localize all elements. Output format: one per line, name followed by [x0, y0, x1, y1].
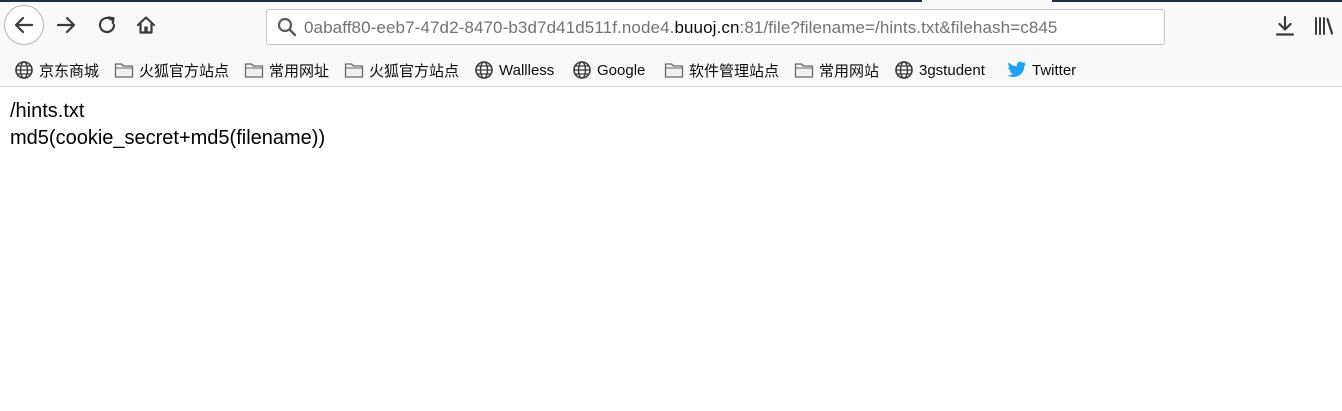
- bookmark-label: 京东商城: [39, 62, 100, 80]
- bookmark-label: 3gstudent: [919, 61, 985, 79]
- bookmark-label: 软件管理站点: [689, 62, 780, 80]
- folder-icon: [244, 60, 264, 80]
- bookmark-jd[interactable]: 京东商城: [14, 59, 99, 81]
- bookmark-folder-firefox-official[interactable]: 火狐官方站点: [114, 59, 229, 81]
- bookmark-folder-common-sites[interactable]: 常用网站: [794, 59, 879, 81]
- folder-icon: [344, 60, 364, 80]
- url-text[interactable]: 0abaff80-eeb7-47d2-8470-b3d7d41d511f.nod…: [304, 18, 1057, 38]
- back-button[interactable]: [4, 5, 44, 45]
- bookmarks-toolbar: 京东商城 火狐官方站点 常用网址 火狐官方站点 Wallless Google: [0, 52, 1342, 87]
- bookmark-label: 火狐官方站点: [369, 62, 460, 80]
- bookmark-label: 常用网站: [819, 62, 880, 80]
- bookmark-folder-firefox-official-2[interactable]: 火狐官方站点: [344, 59, 459, 81]
- browser-toolbar: 0abaff80-eeb7-47d2-8470-b3d7d41d511f.nod…: [0, 0, 1342, 52]
- url-host: buuoj.cn: [674, 18, 740, 37]
- globe-icon: [894, 60, 914, 80]
- bookmark-3gstudent[interactable]: 3gstudent: [894, 59, 985, 81]
- bookmark-folder-common-urls[interactable]: 常用网址: [244, 59, 329, 81]
- globe-icon: [572, 60, 592, 80]
- url-suffix: :81/file?filename=/hints.txt&filehash=c8…: [739, 18, 1058, 37]
- home-button[interactable]: [132, 11, 160, 39]
- bookmark-label: 常用网址: [269, 62, 330, 80]
- page-content: /hints.txt md5(cookie_secret+md5(filenam…: [10, 98, 325, 152]
- window-top-border: [0, 0, 1342, 2]
- library-button[interactable]: [1313, 14, 1337, 38]
- home-icon: [136, 16, 156, 34]
- globe-icon: [14, 60, 34, 80]
- folder-icon: [794, 60, 814, 80]
- reload-icon: [98, 16, 116, 34]
- forward-button[interactable]: [52, 11, 80, 39]
- bookmark-twitter[interactable]: Twitter: [1007, 59, 1076, 81]
- search-icon: [277, 17, 297, 37]
- content-line-hint: md5(cookie_secret+md5(filename)): [10, 127, 326, 149]
- twitter-icon: [1007, 60, 1027, 80]
- globe-icon: [474, 60, 494, 80]
- bookmark-folder-software-management[interactable]: 软件管理站点: [664, 59, 779, 81]
- bookmark-label: 火狐官方站点: [139, 62, 230, 80]
- bookmark-wallless[interactable]: Wallless: [474, 59, 554, 81]
- download-icon: [1275, 15, 1295, 36]
- folder-icon: [114, 60, 134, 80]
- folder-icon: [664, 60, 684, 80]
- bookmark-label: Wallless: [499, 61, 555, 79]
- bookmark-label: Twitter: [1032, 61, 1077, 79]
- reload-button[interactable]: [93, 11, 121, 39]
- back-arrow-icon: [14, 16, 34, 34]
- downloads-button[interactable]: [1273, 14, 1297, 38]
- url-prefix: 0abaff80-eeb7-47d2-8470-b3d7d41d511f.nod…: [304, 18, 675, 37]
- bookmark-google[interactable]: Google: [572, 59, 645, 81]
- library-icon: [1315, 17, 1334, 35]
- address-bar[interactable]: 0abaff80-eeb7-47d2-8470-b3d7d41d511f.nod…: [266, 9, 1165, 45]
- forward-arrow-icon: [56, 16, 76, 34]
- bookmark-label: Google: [597, 61, 646, 79]
- content-line-filename: /hints.txt: [10, 100, 85, 122]
